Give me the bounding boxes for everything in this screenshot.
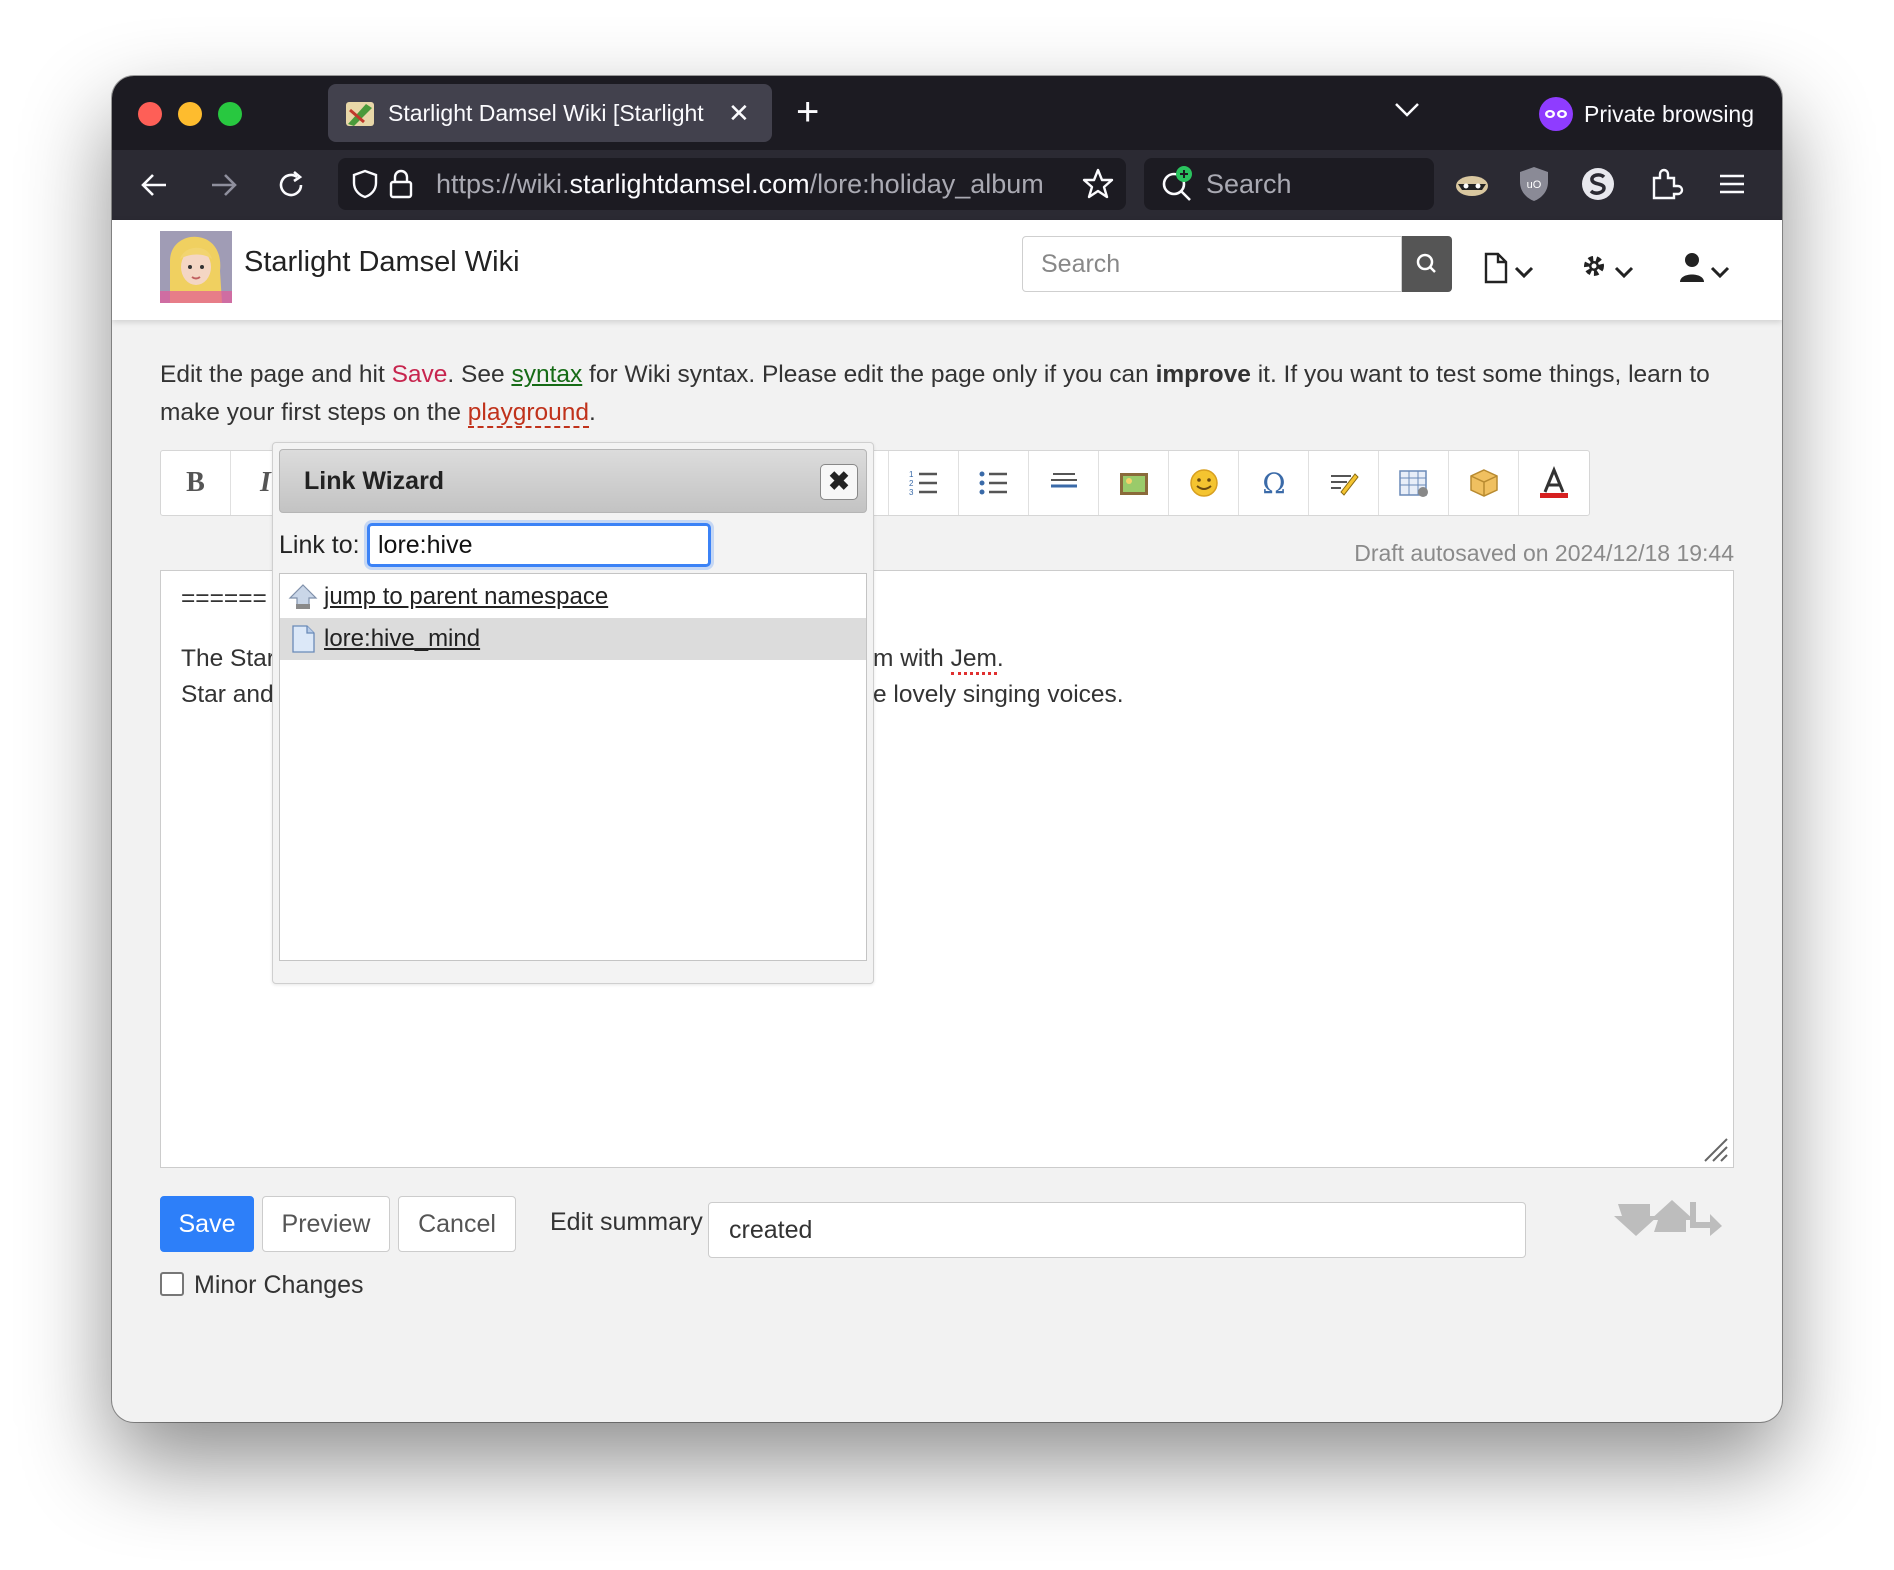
editor-line-3-start: The Star [181, 645, 275, 672]
new-tab-button[interactable]: + [796, 90, 819, 134]
special-chars-icon: Ω [1262, 467, 1285, 500]
search-icon [1416, 253, 1436, 273]
site-tools-gear-menu[interactable] [1580, 250, 1640, 290]
wiki-header: Starlight Damsel Wiki Search [112, 220, 1782, 320]
tracking-shield-icon[interactable] [348, 167, 382, 201]
private-mask-icon [1539, 97, 1573, 131]
spellcheck-word: Jem [950, 645, 997, 675]
private-browsing-label: Private browsing [1584, 101, 1755, 127]
close-icon[interactable]: ✖ [820, 464, 858, 500]
wiki-search-input[interactable]: Search [1022, 236, 1402, 292]
tab-list-chevron-icon[interactable] [1392, 94, 1422, 124]
svg-text:Ω: Ω [1262, 467, 1285, 500]
user-tools-menu[interactable] [1678, 250, 1738, 290]
tab-close-icon[interactable]: ✕ [728, 84, 750, 142]
minimize-window-button[interactable] [178, 102, 202, 126]
forward-arrow-icon[interactable] [204, 166, 242, 204]
svg-text:1: 1 [909, 470, 914, 479]
extension-s-icon[interactable] [1578, 164, 1618, 204]
insert-table-button[interactable] [1379, 451, 1449, 515]
bookmark-star-icon[interactable] [1080, 166, 1116, 202]
browser-search-bar[interactable]: Search [1144, 158, 1434, 210]
result-parent-namespace[interactable]: jump to parent namespace [280, 576, 866, 618]
svg-text:3: 3 [909, 488, 914, 497]
parent-namespace-icon [288, 584, 318, 609]
signature-icon [1330, 473, 1359, 496]
playground-link[interactable]: playground [467, 399, 589, 428]
link-to-input[interactable]: lore:hive [367, 523, 711, 567]
edit-summary-label: Edit summary [550, 1208, 703, 1236]
menu-hamburger-icon[interactable] [1712, 164, 1752, 204]
plugin-box-icon [1469, 469, 1498, 497]
editor-size-controls[interactable] [1612, 1198, 1722, 1238]
draft-status: Draft autosaved on 2024/12/18 19:44 [1354, 540, 1734, 566]
save-button[interactable]: Save [160, 1196, 254, 1252]
extension-raccoon-icon[interactable] [1452, 164, 1492, 204]
url-bar[interactable]: https://wiki.starlightdamsel.com/lore:ho… [338, 158, 1126, 210]
lock-icon[interactable] [386, 167, 416, 201]
result-page[interactable]: lore:hive_mind [280, 618, 866, 660]
ordered-list-icon: 1 2 3 [909, 470, 937, 497]
smiley-icon [1189, 469, 1218, 497]
save-keyword: Save [391, 361, 448, 388]
edit-intro-text: Edit the page and hit Save. See syntax f… [160, 361, 1710, 428]
wiki-favicon-icon [346, 102, 374, 126]
image-button[interactable] [1099, 451, 1169, 515]
link-wizard-results: jump to parent namespace lore:hive_mind [279, 573, 867, 961]
editor-line-4-end: e lovely singing voices. [873, 681, 1124, 708]
browser-window: Starlight Damsel Wiki [Starlight ✕ + Pri… [112, 76, 1782, 1422]
font-color-icon [1540, 466, 1568, 498]
extensions-puzzle-icon[interactable] [1646, 164, 1686, 204]
syntax-link[interactable]: syntax [511, 361, 582, 388]
image-icon [1119, 473, 1148, 495]
improve-emphasis: improve [1155, 361, 1251, 388]
back-arrow-icon[interactable] [136, 166, 174, 204]
minor-changes-checkbox[interactable] [160, 1272, 184, 1296]
svg-text:uO: uO [1527, 179, 1542, 191]
active-tab[interactable]: Starlight Damsel Wiki [Starlight ✕ [328, 84, 772, 142]
cancel-button[interactable]: Cancel [398, 1196, 516, 1252]
tab-title: Starlight Damsel Wiki [Starlight [388, 100, 704, 126]
close-window-button[interactable] [138, 102, 162, 126]
resize-grip-icon[interactable] [1701, 1135, 1729, 1163]
page-tools-menu[interactable] [1482, 250, 1538, 290]
minor-changes-label[interactable]: Minor Changes [194, 1268, 364, 1302]
ublock-origin-icon[interactable]: uO [1514, 164, 1554, 204]
editor-line-4-start: Star and [181, 681, 274, 708]
horizontal-rule-button[interactable] [1029, 451, 1099, 515]
smiley-button[interactable] [1169, 451, 1239, 515]
special-chars-button[interactable]: Ω [1239, 451, 1309, 515]
plugin-box-button[interactable] [1449, 451, 1519, 515]
wiki-title[interactable]: Starlight Damsel Wiki [244, 246, 520, 279]
link-wizard-dialog: Link Wizard ✖ Link to: lore:hive jump to… [272, 442, 874, 984]
tab-bar: Starlight Damsel Wiki [Starlight ✕ + Pri… [112, 76, 1782, 150]
link-to-label: Link to: [279, 531, 360, 559]
zoom-window-button[interactable] [218, 102, 242, 126]
editor-line-3-end: m with Jem. [873, 641, 1004, 677]
link-wizard-title: Link Wizard [304, 467, 445, 495]
browser-search-placeholder: Search [1206, 169, 1292, 199]
editor-line-heading: ====== [181, 585, 267, 612]
ordered-list-button[interactable]: 1 2 3 [889, 451, 959, 515]
preview-button[interactable]: Preview [262, 1196, 390, 1252]
wiki-search-button[interactable] [1402, 236, 1452, 292]
url-text[interactable]: https://wiki.starlightdamsel.com/lore:ho… [436, 158, 1066, 210]
unordered-list-icon [979, 471, 1007, 495]
edit-summary-input[interactable]: created [708, 1202, 1526, 1258]
svg-text:2: 2 [909, 479, 914, 488]
search-engine-icon[interactable] [1158, 164, 1198, 204]
reload-icon[interactable] [272, 166, 310, 204]
horizontal-rule-icon [1050, 473, 1077, 488]
bold-button[interactable]: B [161, 451, 231, 515]
insert-table-icon [1398, 470, 1428, 497]
signature-button[interactable] [1309, 451, 1379, 515]
font-color-button[interactable] [1519, 451, 1589, 515]
unordered-list-button[interactable] [959, 451, 1029, 515]
wiki-logo[interactable] [160, 231, 232, 303]
link-wizard-titlebar[interactable]: Link Wizard ✖ [279, 449, 867, 513]
page-icon [292, 625, 315, 653]
